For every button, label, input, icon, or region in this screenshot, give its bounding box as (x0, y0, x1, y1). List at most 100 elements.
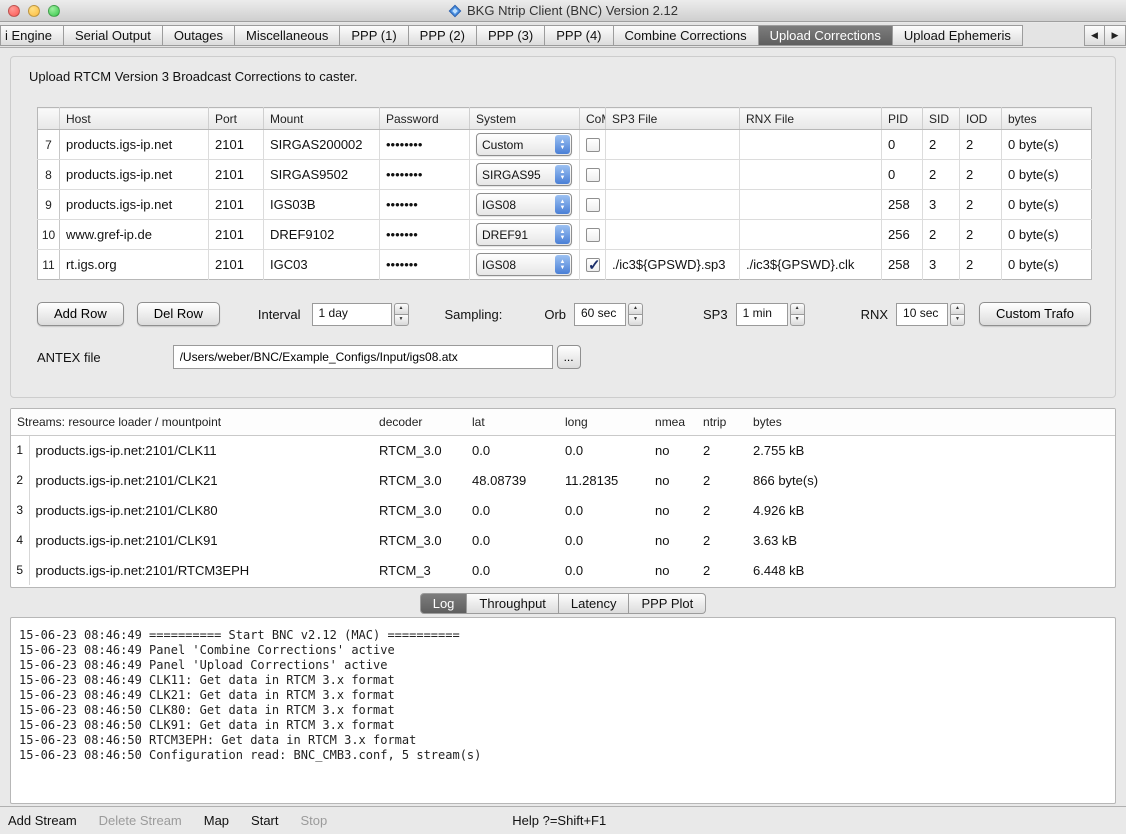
stream-row[interactable]: 4 products.igs-ip.net:2101/CLK91 RTCM_3.… (11, 525, 1115, 555)
tab-latency[interactable]: Latency (559, 593, 630, 614)
cell-pid[interactable]: 258 (882, 190, 923, 220)
stream-row[interactable]: 5 products.igs-ip.net:2101/RTCM3EPH RTCM… (11, 555, 1115, 585)
add-stream-action[interactable]: Add Stream (8, 813, 77, 828)
log-output[interactable]: 15-06-23 08:46:49 ========== Start BNC v… (10, 617, 1116, 804)
cell-rnx-file[interactable] (740, 160, 882, 190)
interval-stepper-icon[interactable]: ▲▼ (394, 303, 409, 326)
cell-sp3-file[interactable] (606, 160, 740, 190)
cell-host[interactable]: products.igs-ip.net (60, 190, 209, 220)
antex-browse-button[interactable]: ... (557, 345, 581, 369)
cell-rnx-file[interactable] (740, 220, 882, 250)
tab-ppp-plot[interactable]: PPP Plot (629, 593, 706, 614)
system-dropdown[interactable]: IGS08 ▲▼ (476, 253, 572, 276)
cell-sp3-file[interactable] (606, 130, 740, 160)
cell-port[interactable]: 2101 (209, 250, 264, 280)
cell-host[interactable]: products.igs-ip.net (60, 130, 209, 160)
cell-rnx-file[interactable] (740, 190, 882, 220)
cell-mount[interactable]: IGS03B (264, 190, 380, 220)
cell-sp3-file[interactable] (606, 220, 740, 250)
cell-password[interactable]: ••••••• (380, 220, 470, 250)
cell-sid[interactable]: 2 (923, 130, 960, 160)
cell-pid[interactable]: 0 (882, 160, 923, 190)
system-dropdown[interactable]: Custom ▲▼ (476, 133, 572, 156)
zoom-window-icon[interactable] (48, 5, 60, 17)
cell-iod[interactable]: 2 (960, 190, 1002, 220)
cell-sp3-file[interactable] (606, 190, 740, 220)
cell-mount[interactable]: DREF9102 (264, 220, 380, 250)
cell-iod[interactable]: 2 (960, 250, 1002, 280)
custom-trafo-button[interactable]: Custom Trafo (979, 302, 1091, 326)
system-dropdown[interactable]: IGS08 ▲▼ (476, 193, 572, 216)
cell-sid[interactable]: 2 (923, 220, 960, 250)
tab-upload-corrections[interactable]: Upload Corrections (759, 25, 893, 46)
system-dropdown[interactable]: SIRGAS95 ▲▼ (476, 163, 572, 186)
cell-pid[interactable]: 258 (882, 250, 923, 280)
del-row-button[interactable]: Del Row (137, 302, 220, 326)
cell-port[interactable]: 2101 (209, 220, 264, 250)
cell-mount[interactable]: SIRGAS9502 (264, 160, 380, 190)
com-checkbox[interactable] (586, 168, 600, 182)
system-dropdown[interactable]: DREF91 ▲▼ (476, 223, 572, 246)
minimize-window-icon[interactable] (28, 5, 40, 17)
tab-throughput[interactable]: Throughput (467, 593, 559, 614)
tab-miscellaneous[interactable]: Miscellaneous (235, 25, 340, 46)
cell-iod[interactable]: 2 (960, 220, 1002, 250)
cell-password[interactable]: ••••••• (380, 250, 470, 280)
tab-ppp-2[interactable]: PPP (2) (409, 25, 477, 46)
start-action[interactable]: Start (251, 813, 278, 828)
window-titlebar[interactable]: BKG Ntrip Client (BNC) Version 2.12 (0, 0, 1126, 22)
tab-upload-ephemeris[interactable]: Upload Ephemeris (893, 25, 1023, 46)
close-window-icon[interactable] (8, 5, 20, 17)
tab-serial-output[interactable]: Serial Output (64, 25, 163, 46)
stream-row[interactable]: 3 products.igs-ip.net:2101/CLK80 RTCM_3.… (11, 495, 1115, 525)
cell-mount[interactable]: SIRGAS200002 (264, 130, 380, 160)
rnx-spinner[interactable]: 10 sec ▲▼ (896, 303, 965, 326)
sp3-stepper-icon[interactable]: ▲▼ (790, 303, 805, 326)
rnx-stepper-icon[interactable]: ▲▼ (950, 303, 965, 326)
tab-scroll-right-icon[interactable]: ▶ (1105, 25, 1126, 46)
cell-pid[interactable]: 0 (882, 130, 923, 160)
cell-port[interactable]: 2101 (209, 130, 264, 160)
cell-host[interactable]: products.igs-ip.net (60, 160, 209, 190)
orb-spinner[interactable]: 60 sec ▲▼ (574, 303, 643, 326)
add-row-button[interactable]: Add Row (37, 302, 124, 326)
tab-ppp-4[interactable]: PPP (4) (545, 25, 613, 46)
com-checkbox[interactable] (586, 198, 600, 212)
stream-row[interactable]: 2 products.igs-ip.net:2101/CLK21 RTCM_3.… (11, 465, 1115, 495)
stream-row[interactable]: 1 products.igs-ip.net:2101/CLK11 RTCM_3.… (11, 435, 1115, 465)
tab-ppp-3[interactable]: PPP (3) (477, 25, 545, 46)
sp3-spinner[interactable]: 1 min ▲▼ (736, 303, 805, 326)
cell-rnx-file[interactable] (740, 130, 882, 160)
cell-port[interactable]: 2101 (209, 160, 264, 190)
cell-password[interactable]: •••••••• (380, 130, 470, 160)
tab-ppp-1[interactable]: PPP (1) (340, 25, 408, 46)
com-checkbox[interactable] (586, 258, 600, 272)
cell-sp3-file[interactable]: ./ic3${GPSWD}.sp3 (606, 250, 740, 280)
orb-stepper-icon[interactable]: ▲▼ (628, 303, 643, 326)
cell-pid[interactable]: 256 (882, 220, 923, 250)
interval-dropdown[interactable]: 1 day ▲▼ (312, 303, 409, 326)
com-checkbox[interactable] (586, 228, 600, 242)
cell-iod[interactable]: 2 (960, 130, 1002, 160)
cell-port[interactable]: 2101 (209, 190, 264, 220)
upload-table-header: Host Port Mount Password System CoM SP3 … (38, 108, 1092, 130)
tab-scroll-left-icon[interactable]: ◀ (1084, 25, 1105, 46)
tab-log[interactable]: Log (420, 593, 468, 614)
map-action[interactable]: Map (204, 813, 229, 828)
cell-sid[interactable]: 2 (923, 160, 960, 190)
com-checkbox[interactable] (586, 138, 600, 152)
cell-sid[interactable]: 3 (923, 190, 960, 220)
cell-password[interactable]: •••••••• (380, 160, 470, 190)
cell-host[interactable]: www.gref-ip.de (60, 220, 209, 250)
cell-mount[interactable]: IGC03 (264, 250, 380, 280)
antex-file-input[interactable] (173, 345, 553, 369)
tab-outages[interactable]: Outages (163, 25, 235, 46)
row-number: 8 (38, 160, 60, 190)
cell-rnx-file[interactable]: ./ic3${GPSWD}.clk (740, 250, 882, 280)
tab-combine-corrections[interactable]: Combine Corrections (614, 25, 759, 46)
cell-host[interactable]: rt.igs.org (60, 250, 209, 280)
cell-iod[interactable]: 2 (960, 160, 1002, 190)
cell-sid[interactable]: 3 (923, 250, 960, 280)
cell-password[interactable]: ••••••• (380, 190, 470, 220)
tab-feed-engine[interactable]: i Engine (0, 25, 64, 46)
